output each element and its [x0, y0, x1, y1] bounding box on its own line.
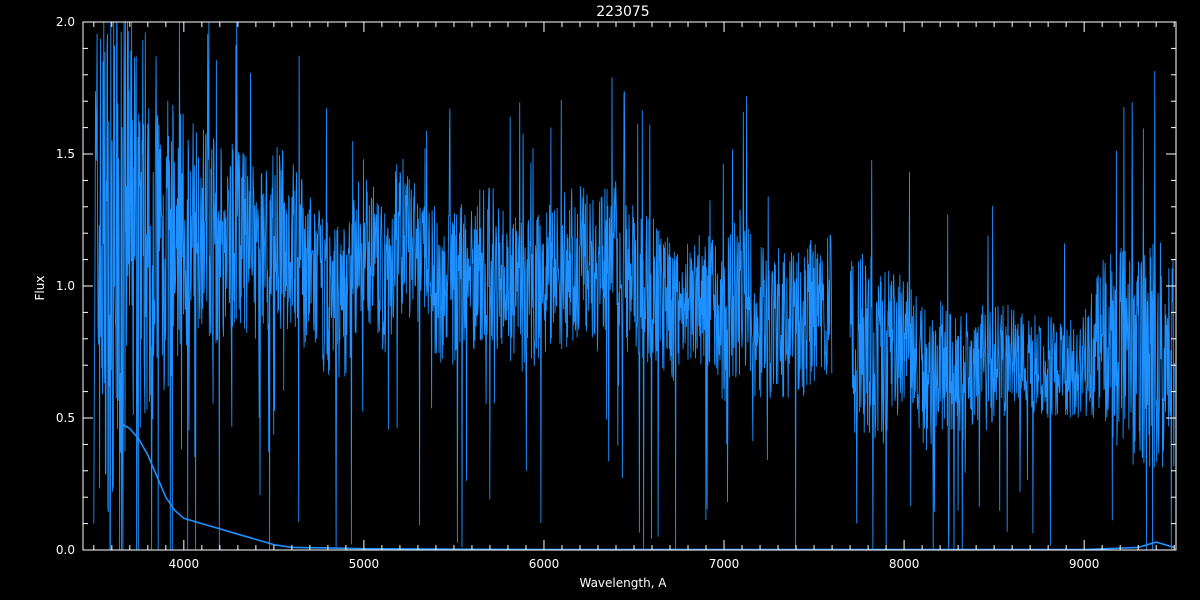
chart-title: 223075	[596, 4, 649, 20]
x-tick-label: 5000	[349, 557, 380, 571]
x-tick-label: 4000	[169, 557, 200, 571]
x-tick-label: 8000	[889, 557, 920, 571]
x-tick-label: 9000	[1069, 557, 1100, 571]
spectrum-chart: 223075 Wavelength, A Flux 4000 5000 6000 70…	[0, 0, 1200, 600]
x-tick-label: 7000	[709, 557, 740, 571]
y-tick-label: 2.0	[56, 15, 75, 29]
x-tick-label: 6000	[529, 557, 560, 571]
y-axis-label: Flux	[33, 276, 47, 301]
y-tick-label: 1.5	[56, 147, 75, 161]
x-axis-label: Wavelength, A	[579, 576, 667, 590]
y-tick-label: 0.0	[56, 543, 75, 557]
y-tick-label: 1.0	[56, 279, 75, 293]
y-tick-label: 0.5	[56, 411, 75, 425]
